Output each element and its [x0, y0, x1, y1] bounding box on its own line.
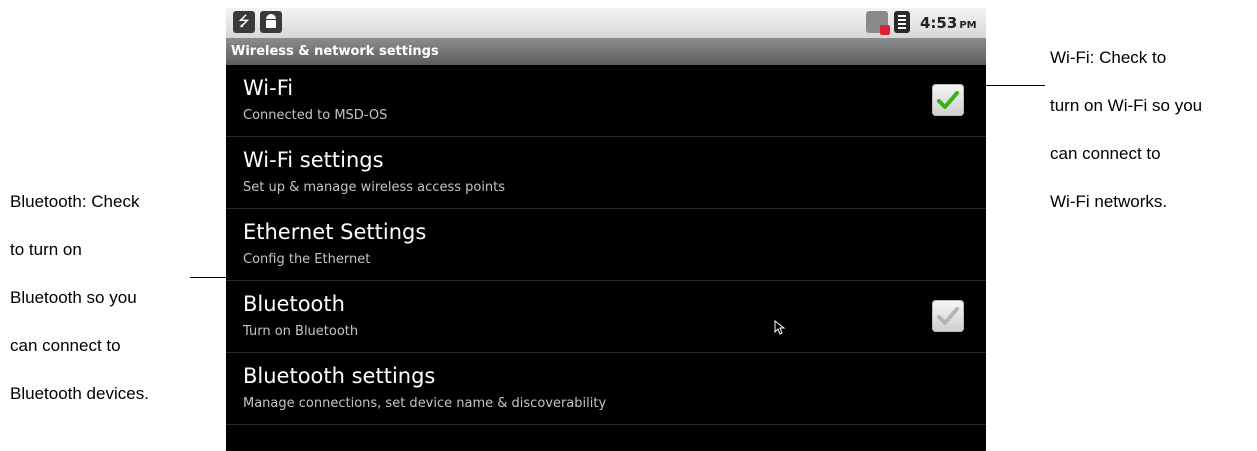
- setting-title: Bluetooth: [243, 292, 345, 316]
- settings-list: Wi-Fi Connected to MSD-OS Wi-Fi settings…: [226, 65, 986, 425]
- annotation-line: Bluetooth so you: [10, 288, 137, 307]
- setting-summary: Turn on Bluetooth: [243, 324, 359, 339]
- bluetooth-leader-line: [190, 277, 228, 278]
- annotation-line: Bluetooth devices.: [10, 384, 149, 403]
- check-mark-icon: [937, 91, 959, 109]
- title-bar: Wireless & network settings: [226, 38, 986, 65]
- bluetooth-annotation: Bluetooth: Check to turn on Bluetooth so…: [10, 178, 149, 418]
- wifi-leader-line: [985, 85, 1045, 86]
- clock-ampm: PM: [959, 20, 977, 31]
- setting-bluetooth[interactable]: Bluetooth Turn on Bluetooth: [226, 281, 986, 353]
- annotation-line: Bluetooth: Check: [10, 192, 140, 211]
- check-mark-icon: [937, 307, 959, 325]
- status-clock: 4:53 PM: [920, 14, 977, 32]
- annotation-line: can connect to: [10, 336, 121, 355]
- annotation-line: can connect to: [1050, 144, 1161, 163]
- wifi-checkbox[interactable]: [932, 84, 964, 116]
- setting-wifi-settings[interactable]: Wi-Fi settings Set up & manage wireless …: [226, 137, 986, 209]
- setting-summary: Manage connections, set device name & di…: [243, 396, 607, 411]
- page-title: Wireless & network settings: [231, 44, 439, 59]
- setting-wifi[interactable]: Wi-Fi Connected to MSD-OS: [226, 65, 986, 137]
- android-screen: ⭍ 4:53 PM Wireless & network settings Wi-…: [226, 8, 986, 451]
- android-icon: [260, 11, 282, 33]
- bluetooth-checkbox[interactable]: [932, 300, 964, 332]
- wifi-annotation: Wi-Fi: Check to turn on Wi-Fi so you can…: [1050, 34, 1202, 226]
- wifi-signal-icon: [894, 11, 910, 33]
- annotation-line: turn on Wi-Fi so you: [1050, 96, 1203, 115]
- setting-ethernet-settings[interactable]: Ethernet Settings Config the Ethernet: [226, 209, 986, 281]
- setting-bluetooth-settings[interactable]: Bluetooth settings Manage connections, s…: [226, 353, 986, 425]
- setting-summary: Connected to MSD-OS: [243, 108, 388, 123]
- setting-title: Bluetooth settings: [243, 364, 436, 388]
- usb-icon: ⭍: [233, 11, 255, 33]
- annotation-line: Wi-Fi: Check to: [1050, 48, 1167, 67]
- annotation-line: Wi-Fi networks.: [1050, 192, 1168, 211]
- setting-title: Ethernet Settings: [243, 220, 427, 244]
- setting-summary: Set up & manage wireless access points: [243, 180, 506, 195]
- setting-title: Wi-Fi settings: [243, 148, 384, 172]
- setting-summary: Config the Ethernet: [243, 252, 371, 267]
- setting-title: Wi-Fi: [243, 76, 294, 100]
- ethernet-off-icon: [866, 11, 890, 35]
- clock-time: 4:53: [920, 14, 958, 32]
- annotation-line: to turn on: [10, 240, 82, 259]
- status-bar: ⭍ 4:53 PM: [226, 8, 986, 38]
- mouse-cursor-icon: [774, 320, 786, 335]
